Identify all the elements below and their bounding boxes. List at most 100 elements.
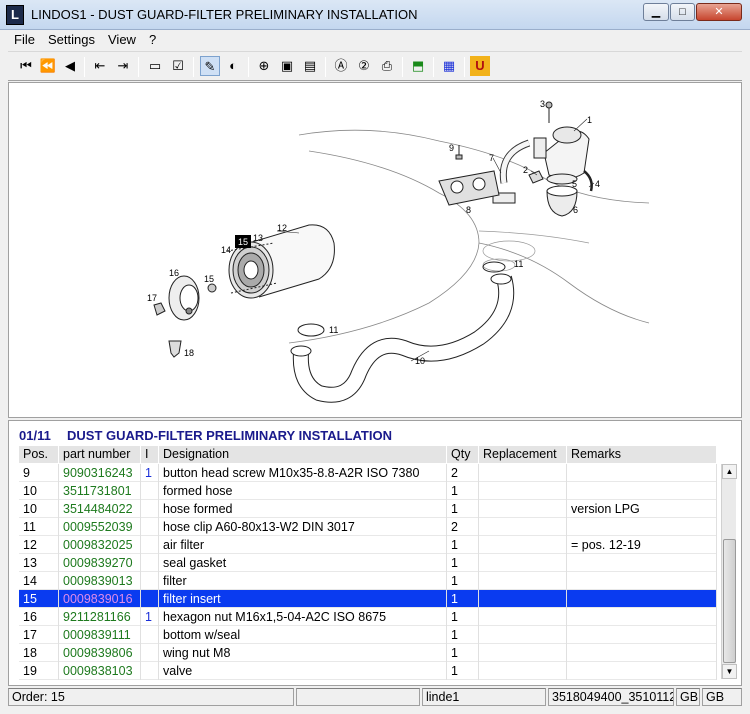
cell-replacement <box>479 482 567 500</box>
first-page-button[interactable]: ⏮ <box>16 56 36 76</box>
export-button[interactable]: ⬒ <box>408 56 428 76</box>
cell-i: 1 <box>141 608 159 626</box>
callout-11-upper: 11 <box>514 259 523 269</box>
menu-view[interactable]: View <box>108 32 136 47</box>
scroll-up-icon[interactable]: ▲ <box>722 464 737 479</box>
menu-bar: File Settings View ? <box>8 30 742 50</box>
menu-file[interactable]: File <box>14 32 35 47</box>
cell-i: 1 <box>141 464 159 482</box>
cell-designation: hexagon nut M16x1,5-04-A2C ISO 8675 <box>159 608 447 626</box>
table-row[interactable]: 17 0009839111 bottom w/seal 1 <box>19 626 717 644</box>
page-fit-button[interactable]: ▤ <box>300 56 320 76</box>
callout-19: 18 <box>184 348 194 358</box>
u-button[interactable]: U <box>470 56 490 76</box>
vertical-scrollbar[interactable]: ▲ ▼ <box>721 464 737 679</box>
cell-remarks <box>567 464 717 482</box>
cell-pos: 16 <box>19 608 59 626</box>
rewind-button[interactable]: ⏪ <box>38 56 58 76</box>
cell-replacement <box>479 662 567 680</box>
table-row[interactable]: 12 0009832025 air filter 1 = pos. 12-19 <box>19 536 717 554</box>
pen-tool-button[interactable]: ✎ <box>200 56 220 76</box>
cell-designation: bottom w/seal <box>159 626 447 644</box>
parts-drawing[interactable]: 1 2 3 4 5 6 7 8 9 10 11 11 12 13 14 15 1… <box>8 82 742 418</box>
callout-2: 2 <box>523 165 528 175</box>
cell-i <box>141 572 159 590</box>
cell-qty: 1 <box>447 644 479 662</box>
col-i[interactable]: I <box>141 446 159 463</box>
status-order: Order: 15 <box>8 688 294 706</box>
scroll-thumb[interactable] <box>723 539 736 663</box>
table-row[interactable]: 19 0009838103 valve 1 <box>19 662 717 680</box>
callout-14: 14 <box>221 245 231 255</box>
menu-settings[interactable]: Settings <box>48 32 95 47</box>
cell-i <box>141 554 159 572</box>
toolbar: ⏮ ⏪ ◀ ⇤ ⇥ ▭ ☑ ✎ ◐ ⊕ ▣ ▤ Ⓐ ② ⎙ ⬒ ▦ U <box>8 51 742 81</box>
table-row[interactable]: 13 0009839270 seal gasket 1 <box>19 554 717 572</box>
cart-button[interactable]: ▭ <box>145 56 165 76</box>
search-2-button[interactable]: ② <box>354 56 374 76</box>
search-a-button[interactable]: Ⓐ <box>331 56 351 76</box>
col-part-number[interactable]: part number <box>59 446 141 463</box>
cell-qty: 1 <box>447 626 479 644</box>
table-header: Pos. part number I Designation Qty Repla… <box>19 446 717 463</box>
print-button[interactable]: ⎙ <box>377 56 397 76</box>
cell-pos: 15 <box>19 590 59 608</box>
close-button[interactable]: ✕ <box>696 3 742 21</box>
callout-7: 7 <box>489 153 494 163</box>
menu-help[interactable]: ? <box>149 32 156 47</box>
cell-part: 0009832025 <box>59 536 141 554</box>
page-view-button[interactable]: ▣ <box>277 56 297 76</box>
table-row[interactable]: 10 3514484022 hose formed 1 version LPG <box>19 500 717 518</box>
cell-pos: 14 <box>19 572 59 590</box>
table-row[interactable]: 11 0009552039 hose clip A60-80x13-W2 DIN 3… <box>19 518 717 536</box>
cell-part: 3514484022 <box>59 500 141 518</box>
table-row[interactable]: 18 0009839806 wing nut M8 1 <box>19 644 717 662</box>
col-designation[interactable]: Designation <box>159 446 447 463</box>
forward-doc-button[interactable]: ⇥ <box>113 56 133 76</box>
callout-13: 13 <box>253 233 263 243</box>
cell-remarks: version LPG <box>567 500 717 518</box>
table-row[interactable]: 10 3511731801 formed hose 1 <box>19 482 717 500</box>
col-replacement[interactable]: Replacement <box>479 446 567 463</box>
scroll-down-icon[interactable]: ▼ <box>722 664 737 679</box>
grid-button[interactable]: ▦ <box>439 56 459 76</box>
back-doc-button[interactable]: ⇤ <box>90 56 110 76</box>
cell-pos: 12 <box>19 536 59 554</box>
cell-qty: 2 <box>447 464 479 482</box>
cell-replacement <box>479 644 567 662</box>
zoom-button[interactable]: ⊕ <box>254 56 274 76</box>
cell-remarks <box>567 662 717 680</box>
cell-remarks <box>567 554 717 572</box>
callout-6: 6 <box>573 205 578 215</box>
cell-designation: wing nut M8 <box>159 644 447 662</box>
checklist-button[interactable]: ☑ <box>168 56 188 76</box>
globe-button[interactable]: ◐ <box>223 56 243 76</box>
toolbar-separator <box>248 57 249 77</box>
callout-8: 8 <box>466 205 471 215</box>
cell-qty: 1 <box>447 590 479 608</box>
minimize-button[interactable]: ▁ <box>643 3 669 21</box>
toolbar-separator <box>138 57 139 77</box>
col-qty[interactable]: Qty <box>447 446 479 463</box>
col-remarks[interactable]: Remarks <box>567 446 717 463</box>
cell-qty: 1 <box>447 482 479 500</box>
exploded-view-svg: 1 2 3 4 5 6 7 8 9 10 11 11 12 13 14 15 1… <box>147 99 650 403</box>
table-row[interactable]: 15 0009839016 filter insert 1 <box>19 590 717 608</box>
col-pos[interactable]: Pos. <box>19 446 59 463</box>
title-bar: L LINDOS1 - DUST GUARD-FILTER PRELIMINAR… <box>0 0 750 30</box>
cell-part: 0009839016 <box>59 590 141 608</box>
cell-remarks <box>567 608 717 626</box>
cell-remarks <box>567 518 717 536</box>
table-row[interactable]: 9 9090316243 1 button head screw M10x35-8.8… <box>19 464 717 482</box>
toolbar-separator <box>464 57 465 77</box>
table-row[interactable]: 14 0009839013 filter 1 <box>19 572 717 590</box>
callout-3: 3 <box>540 99 545 109</box>
cell-qty: 1 <box>447 662 479 680</box>
cell-designation: air filter <box>159 536 447 554</box>
cell-replacement <box>479 590 567 608</box>
table-row[interactable]: 16 9211281166 1 hexagon nut M16x1,5-04-A2C … <box>19 608 717 626</box>
cell-part: 0009839111 <box>59 626 141 644</box>
maximize-button[interactable]: □ <box>670 3 695 21</box>
cell-part: 0009839270 <box>59 554 141 572</box>
previous-button[interactable]: ◀ <box>60 56 80 76</box>
